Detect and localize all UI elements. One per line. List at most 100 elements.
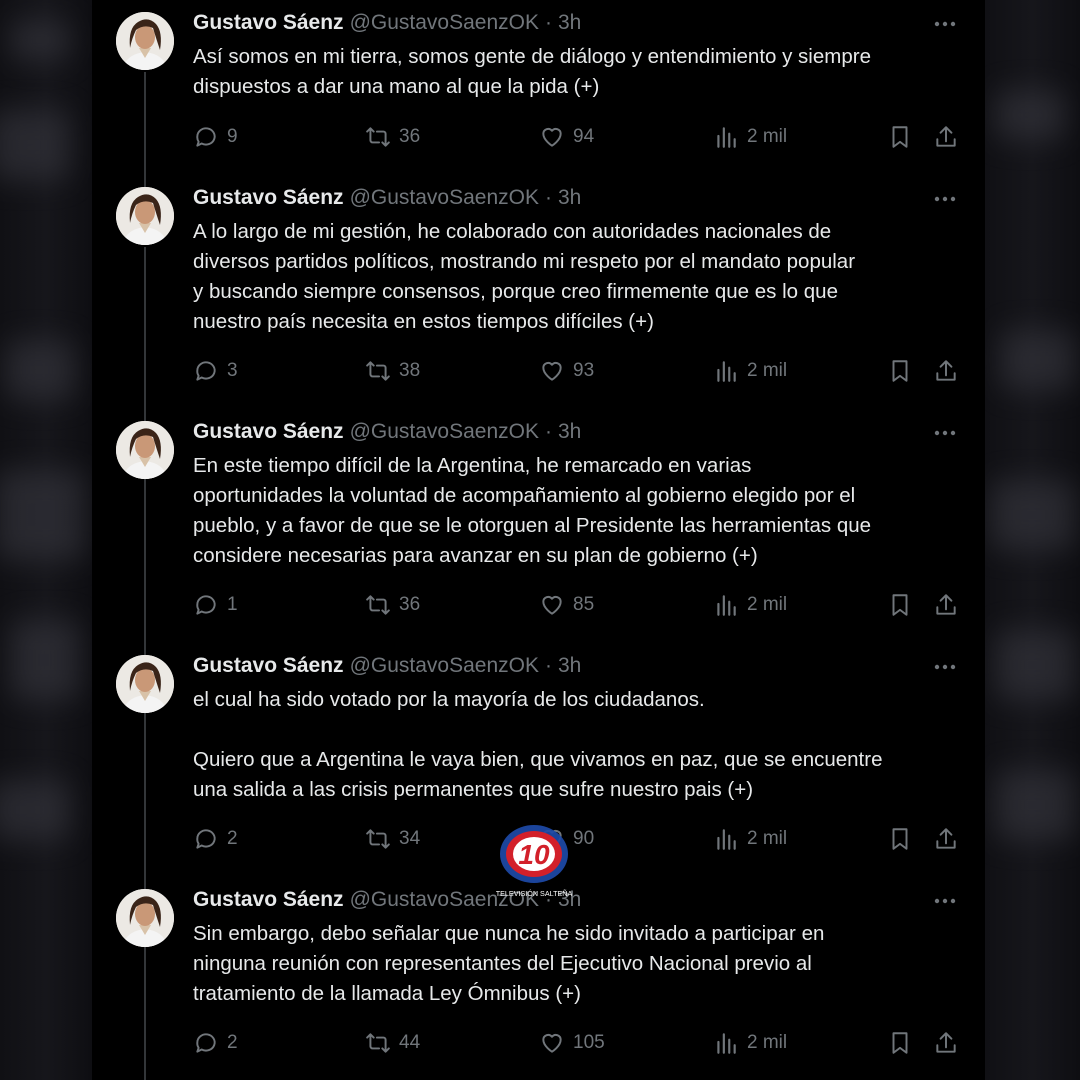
- reply-count: 3: [227, 360, 238, 381]
- like-count: 93: [573, 360, 595, 381]
- avatar[interactable]: [116, 187, 174, 245]
- more-options-icon[interactable]: [932, 421, 958, 445]
- share-icon: [936, 126, 956, 147]
- tweet-header: Gustavo Sáenz @GustavoSaenzOK · 3h: [193, 419, 581, 445]
- views-button[interactable]: 2 mil: [713, 824, 787, 854]
- retweet-count: 36: [399, 126, 421, 147]
- bookmark-button[interactable]: [887, 824, 913, 854]
- timestamp[interactable]: 3h: [558, 420, 581, 443]
- retweet-button[interactable]: 36: [365, 590, 420, 620]
- like-button[interactable]: 85: [539, 590, 594, 620]
- reply-count: 2: [227, 1032, 238, 1053]
- blurred-background-left: [0, 0, 92, 1080]
- like-button[interactable]: 105: [539, 1028, 605, 1058]
- heart-icon: [542, 361, 562, 381]
- share-button[interactable]: [933, 590, 959, 620]
- channel-10-logo: 10 TELEVISIÓN SALTEÑA: [496, 825, 572, 898]
- reply-icon: [196, 361, 216, 381]
- bookmark-button[interactable]: [887, 590, 913, 620]
- reply-icon: [196, 127, 216, 147]
- tweet-thread: Gustavo Sáenz @GustavoSaenzOK · 3h Así somo…: [92, 0, 985, 1080]
- tweet[interactable]: Gustavo Sáenz @GustavoSaenzOK · 3h Sin emba…: [92, 877, 985, 1080]
- thread-connector: [144, 949, 146, 1080]
- timestamp[interactable]: 3h: [558, 186, 581, 209]
- author-handle[interactable]: @GustavoSaenzOK: [350, 654, 539, 677]
- reply-count: 1: [227, 594, 238, 615]
- like-button[interactable]: 93: [539, 356, 594, 386]
- heart-icon: [542, 1033, 562, 1053]
- more-options-icon[interactable]: [932, 889, 958, 913]
- more-options-icon[interactable]: [932, 187, 958, 211]
- author-handle[interactable]: @GustavoSaenzOK: [350, 420, 539, 443]
- retweet-icon: [366, 595, 390, 615]
- share-button[interactable]: [933, 356, 959, 386]
- separator: ·: [544, 11, 552, 34]
- avatar[interactable]: [116, 12, 174, 70]
- views-button[interactable]: 2 mil: [713, 356, 787, 386]
- share-button[interactable]: [933, 122, 959, 152]
- separator: ·: [544, 420, 552, 443]
- retweet-button[interactable]: 44: [365, 1028, 420, 1058]
- author-name[interactable]: Gustavo Sáenz: [193, 11, 344, 34]
- views-chart-icon: [717, 1033, 736, 1054]
- more-options-icon[interactable]: [932, 12, 958, 36]
- author-handle[interactable]: @GustavoSaenzOK: [350, 186, 539, 209]
- tweet-text: En este tiempo difícil de la Argentina, …: [193, 454, 872, 567]
- bookmark-button[interactable]: [887, 1028, 913, 1058]
- like-count: 90: [573, 828, 595, 849]
- retweet-button[interactable]: 38: [365, 356, 420, 386]
- tweet[interactable]: Gustavo Sáenz @GustavoSaenzOK · 3h A lo lar…: [92, 175, 985, 481]
- tweet-header: Gustavo Sáenz @GustavoSaenzOK · 3h: [193, 653, 581, 679]
- views-chart-icon: [717, 595, 736, 616]
- reply-button[interactable]: 9: [193, 122, 238, 152]
- bookmark-icon: [892, 828, 908, 850]
- author-name[interactable]: Gustavo Sáenz: [193, 888, 344, 911]
- timestamp[interactable]: 3h: [558, 654, 581, 677]
- like-button[interactable]: 94: [539, 122, 594, 152]
- views-chart-icon: [717, 361, 736, 382]
- separator: ·: [544, 186, 552, 209]
- share-icon: [936, 594, 956, 615]
- bookmark-icon: [892, 360, 908, 382]
- tweet-header: Gustavo Sáenz @GustavoSaenzOK · 3h: [193, 185, 581, 211]
- views-chart-icon: [717, 127, 736, 148]
- more-options-icon[interactable]: [932, 655, 958, 679]
- reply-icon: [196, 595, 216, 615]
- logo-number: 10: [518, 839, 550, 870]
- share-icon: [936, 360, 956, 381]
- retweet-count: 34: [399, 828, 421, 849]
- author-name[interactable]: Gustavo Sáenz: [193, 420, 344, 443]
- views-button[interactable]: 2 mil: [713, 590, 787, 620]
- avatar[interactable]: [116, 655, 174, 713]
- retweet-button[interactable]: 34: [365, 824, 420, 854]
- timestamp[interactable]: 3h: [558, 11, 581, 34]
- avatar[interactable]: [116, 889, 174, 947]
- views-button[interactable]: 2 mil: [713, 1028, 787, 1058]
- bookmark-button[interactable]: [887, 356, 913, 386]
- reply-button[interactable]: 3: [193, 356, 238, 386]
- reply-icon: [196, 1033, 216, 1053]
- reply-button[interactable]: 2: [193, 1028, 238, 1058]
- action-bar: 2 44 105 2 mil: [193, 1028, 963, 1058]
- action-bar: 2 34 90 2 mil: [193, 824, 963, 854]
- reply-button[interactable]: 2: [193, 824, 238, 854]
- share-button[interactable]: [933, 1028, 959, 1058]
- tweet-header: Gustavo Sáenz @GustavoSaenzOK · 3h: [193, 10, 581, 36]
- author-handle[interactable]: @GustavoSaenzOK: [350, 11, 539, 34]
- retweet-button[interactable]: 36: [365, 122, 420, 152]
- reply-button[interactable]: 1: [193, 590, 238, 620]
- bookmark-button[interactable]: [887, 122, 913, 152]
- action-bar: 3 38 93 2 mil: [193, 356, 963, 386]
- bookmark-icon: [892, 1032, 908, 1054]
- view-count: 2 mil: [747, 360, 788, 381]
- author-name[interactable]: Gustavo Sáenz: [193, 654, 344, 677]
- retweet-count: 36: [399, 594, 421, 615]
- avatar[interactable]: [116, 421, 174, 479]
- views-button[interactable]: 2 mil: [713, 122, 787, 152]
- separator: ·: [544, 654, 552, 677]
- share-button[interactable]: [933, 824, 959, 854]
- action-bar: 9 36 94 2 mil: [193, 122, 963, 152]
- author-name[interactable]: Gustavo Sáenz: [193, 186, 344, 209]
- tweet[interactable]: Gustavo Sáenz @GustavoSaenzOK · 3h En este …: [92, 409, 985, 715]
- retweet-icon: [366, 127, 390, 147]
